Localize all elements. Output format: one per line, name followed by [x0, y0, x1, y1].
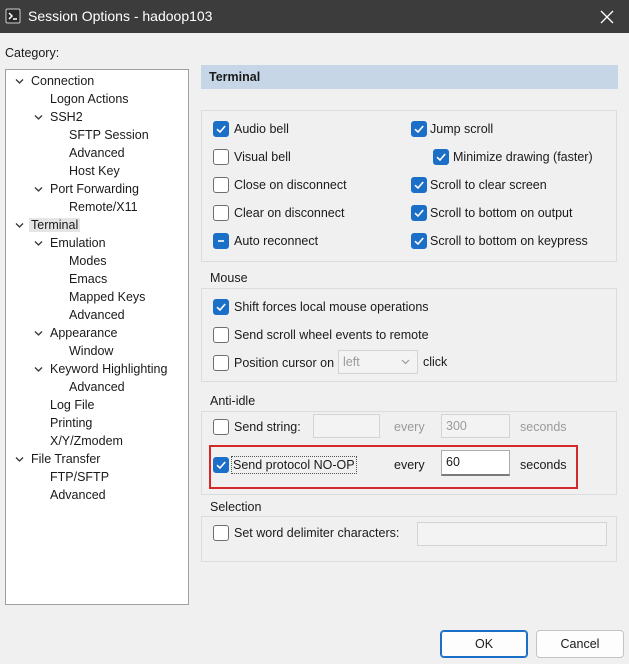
- string-interval-input[interactable]: 300: [441, 414, 510, 438]
- checkmark-icon: [213, 299, 229, 315]
- ok-button[interactable]: OK: [440, 630, 528, 658]
- checkmark-icon: [411, 205, 427, 221]
- tree-item-emacs[interactable]: Emacs: [69, 270, 107, 288]
- chevron-down-icon: [401, 359, 410, 365]
- mouse-group-title: Mouse: [210, 271, 248, 285]
- tree-item-sftp-session[interactable]: SFTP Session: [69, 126, 149, 144]
- tree-item-logon-actions[interactable]: Logon Actions: [50, 90, 129, 108]
- tree-item-keyword-highlighting[interactable]: Keyword Highlighting: [34, 360, 167, 378]
- checkmark-icon: [433, 149, 449, 165]
- tree-item-ssh2[interactable]: SSH2: [34, 108, 83, 126]
- chevron-down-icon: [15, 223, 24, 228]
- chevron-down-icon: [34, 241, 43, 246]
- checkmark-icon: [213, 457, 229, 473]
- chevron-down-icon: [34, 187, 43, 192]
- checkmark-icon: [213, 121, 229, 137]
- tree-item-keyword-advanced[interactable]: Advanced: [69, 378, 125, 396]
- chevron-down-icon: [34, 115, 43, 120]
- noop-every-label: every: [394, 458, 425, 472]
- tree-item-window[interactable]: Window: [69, 342, 113, 360]
- chevron-down-icon: [15, 79, 24, 84]
- category-label: Category:: [5, 46, 60, 60]
- tree-item-file-transfer[interactable]: File Transfer: [15, 450, 100, 468]
- tree-item-modes[interactable]: Modes: [69, 252, 107, 270]
- noop-interval-input[interactable]: 60: [441, 450, 510, 476]
- chevron-down-icon: [34, 367, 43, 372]
- tree-item-ssh2-advanced[interactable]: Advanced: [69, 144, 125, 162]
- every-label: every: [394, 420, 425, 434]
- tree-item-xyzmodem[interactable]: X/Y/Zmodem: [50, 432, 123, 450]
- checkmark-icon: [411, 177, 427, 193]
- seconds-label: seconds: [520, 420, 567, 434]
- tree-item-port-forwarding[interactable]: Port Forwarding: [34, 180, 139, 198]
- click-label: click: [423, 355, 448, 369]
- tree-item-connection[interactable]: Connection: [15, 72, 94, 90]
- chevron-down-icon: [34, 331, 43, 336]
- window-title: Session Options - hadoop103: [28, 8, 213, 24]
- position-cursor-select[interactable]: left: [338, 350, 418, 374]
- tree-item-remote-x11[interactable]: Remote/X11: [69, 198, 138, 216]
- tree-item-terminal[interactable]: Terminal: [15, 216, 81, 234]
- tree-item-mapped-keys[interactable]: Mapped Keys: [69, 288, 145, 306]
- cancel-button[interactable]: Cancel: [536, 630, 624, 658]
- checkmark-icon: [411, 233, 427, 249]
- checkmark-icon: [411, 121, 427, 137]
- tree-item-emulation[interactable]: Emulation: [34, 234, 106, 252]
- tree-item-emulation-advanced[interactable]: Advanced: [69, 306, 125, 324]
- tree-item-printing[interactable]: Printing: [50, 414, 92, 432]
- title-bar: Session Options - hadoop103: [0, 0, 629, 33]
- tree-item-log-file[interactable]: Log File: [50, 396, 94, 414]
- word-delimiter-input[interactable]: [417, 522, 607, 546]
- tree-item-appearance[interactable]: Appearance: [34, 324, 117, 342]
- anti-idle-group-title: Anti-idle: [210, 394, 256, 408]
- panel-header: Terminal: [201, 65, 618, 89]
- close-icon[interactable]: [585, 0, 629, 33]
- send-string-input[interactable]: [313, 414, 380, 438]
- category-tree[interactable]: Connection Logon Actions SSH2 SFTP Sessi…: [5, 69, 189, 605]
- chevron-down-icon: [15, 457, 24, 462]
- tree-item-host-key[interactable]: Host Key: [69, 162, 120, 180]
- tree-item-ftp-sftp[interactable]: FTP/SFTP: [50, 468, 109, 486]
- selection-group-title: Selection: [210, 500, 262, 514]
- noop-seconds-label: seconds: [520, 458, 567, 472]
- indeterminate-icon: [213, 233, 229, 249]
- app-icon: [5, 8, 21, 24]
- tree-item-ft-advanced[interactable]: Advanced: [50, 486, 106, 504]
